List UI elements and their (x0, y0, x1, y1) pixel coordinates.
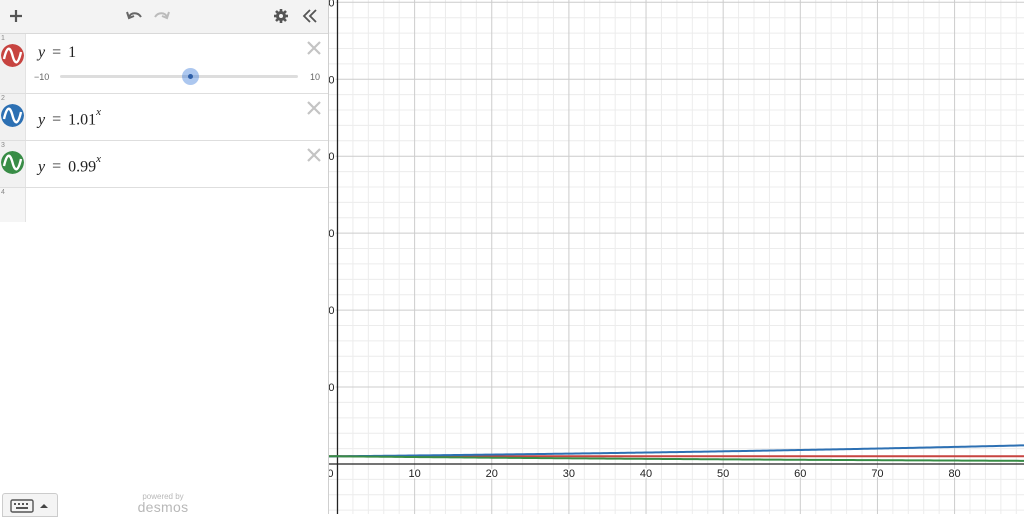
expression-row-3[interactable]: 3 y = 0.99x (0, 141, 328, 188)
x-tick-label: 80 (948, 468, 960, 480)
delete-expression-icon[interactable] (306, 40, 322, 56)
collapse-panel-button[interactable] (298, 4, 322, 28)
expression-row-2[interactable]: 2 y = 1.01x (0, 94, 328, 141)
slider-min-label[interactable]: −10 (34, 72, 49, 82)
expression-tab: 1 (0, 34, 26, 93)
expression-panel: 1 y = 1 −10 10 2 y = 1.01x 3 y = 0.99x 4… (0, 0, 329, 517)
expression-tab: 4 (0, 188, 26, 222)
graph-paper[interactable]: 10 20 30 40 50 60 70 80 10 20 30 40 50 60 0 (329, 0, 1024, 514)
x-tick-label: 20 (486, 468, 498, 480)
expression-formula[interactable]: y = 1.01x (38, 106, 102, 129)
y-tick-label: 30 (329, 228, 334, 240)
y-tick-label: 50 (329, 74, 334, 86)
expression-toolbar (0, 0, 328, 34)
redo-button[interactable] (150, 4, 174, 28)
origin-label: 0 (329, 468, 333, 480)
delete-expression-icon[interactable] (306, 147, 322, 163)
formula-equals: = (52, 111, 62, 129)
undo-icon (126, 11, 142, 20)
add-expression-button[interactable] (4, 4, 28, 28)
y-tick-label: 10 (329, 382, 334, 394)
y-tick-label: 20 (329, 305, 334, 317)
expression-row-1[interactable]: 1 y = 1 (0, 34, 328, 94)
x-tick-label: 70 (871, 468, 883, 480)
double-chevron-left-icon (302, 9, 317, 23)
gear-icon (274, 9, 288, 23)
x-tick-label: 50 (717, 468, 729, 480)
formula-equals: = (52, 44, 62, 61)
expression-index: 3 (1, 142, 5, 149)
delete-expression-icon[interactable] (306, 100, 322, 116)
redo-icon (154, 11, 170, 20)
slider-track[interactable] (60, 75, 298, 78)
formula-exponent: x (96, 153, 102, 165)
y-tick-label: 40 (329, 151, 334, 163)
x-tick-label: 60 (794, 468, 806, 480)
x-tick-label: 30 (563, 468, 575, 480)
formula-base: 0.99 (68, 158, 97, 176)
desmos-logo-text: desmos (137, 499, 189, 515)
settings-button[interactable] (269, 4, 293, 28)
expression-formula[interactable]: y = 1 (38, 44, 76, 62)
undo-button[interactable] (122, 4, 146, 28)
x-tick-label: 40 (640, 468, 652, 480)
keyboard-toggle-button[interactable] (2, 493, 58, 517)
powered-by-desmos[interactable]: powered by desmos (133, 492, 193, 515)
formula-base: 1.01 (68, 111, 97, 129)
expression-tab: 2 (0, 94, 26, 140)
expression-formula[interactable]: y = 0.99x (38, 153, 102, 176)
expression-tab: 3 (0, 141, 26, 187)
expression-row-4[interactable]: 4 (0, 188, 328, 222)
expression-index: 2 (1, 95, 5, 102)
formula-equals: = (52, 158, 62, 176)
expression-index: 4 (1, 189, 5, 196)
expression-index: 1 (1, 35, 5, 42)
formula-value: 1 (68, 44, 77, 61)
formula-exponent: x (96, 106, 102, 118)
graph-canvas[interactable]: 10 20 30 40 50 60 70 80 10 20 30 40 50 60 0 (329, 0, 1024, 514)
slider-max-label[interactable]: 10 (310, 72, 320, 82)
x-tick-label: 10 (408, 468, 420, 480)
plus-icon (10, 10, 22, 22)
wave-icon[interactable] (1, 44, 24, 67)
wave-icon[interactable] (1, 104, 24, 127)
keyboard-icon (10, 499, 48, 513)
y-tick-label: 60 (329, 0, 334, 9)
wave-icon[interactable] (1, 151, 24, 174)
